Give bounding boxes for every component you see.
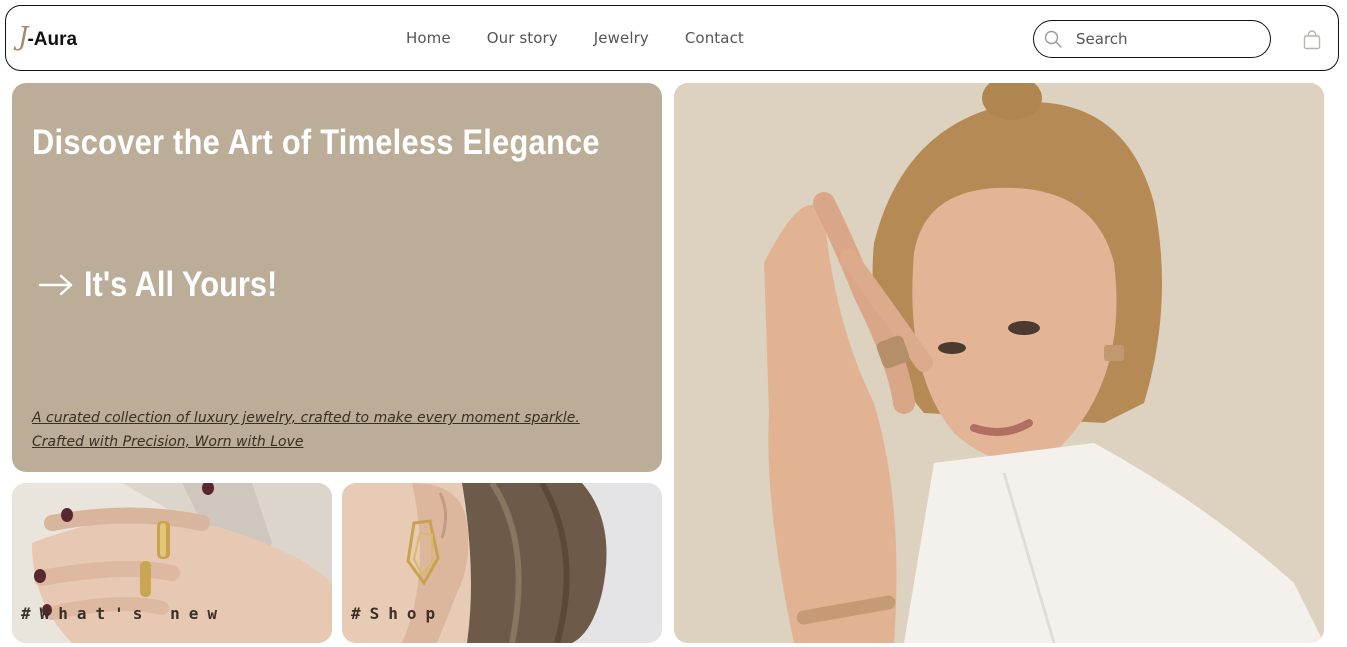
search-icon[interactable] [1044, 30, 1062, 48]
hero-cta-label: It's All Yours! [84, 265, 278, 304]
model-photo [674, 83, 1324, 643]
main-nav: Home Our story Jewelry Contact [406, 29, 780, 47]
nav-our-story[interactable]: Our story [487, 29, 558, 47]
brand-name: -Aura [27, 29, 78, 50]
search-input[interactable] [1076, 29, 1256, 49]
nav-home[interactable]: Home [406, 29, 451, 47]
hero-card: Discover the Art of Timeless Elegance It… [12, 83, 662, 472]
search-box[interactable] [1033, 20, 1271, 58]
arrow-right-icon [38, 274, 73, 296]
brand-logo[interactable]: J -Aura [18, 24, 77, 51]
whats-new-label: #What's new [21, 604, 226, 623]
nav-contact[interactable]: Contact [685, 29, 744, 47]
whats-new-tile[interactable]: #What's new [12, 483, 332, 643]
hero-subtitle: A curated collection of luxury jewelry, … [32, 406, 580, 454]
shop-tile[interactable]: #Shop [342, 483, 662, 643]
nav-jewelry[interactable]: Jewelry [594, 29, 649, 47]
hero-title: Discover the Art of Timeless Elegance [32, 123, 600, 162]
hero-subtitle-line-1: A curated collection of luxury jewelry, … [32, 410, 580, 426]
hero-subtitle-line-2: Crafted with Precision, Worn with Love [32, 434, 304, 450]
shop-label: #Shop [351, 604, 445, 623]
hero-cta[interactable]: It's All Yours! [38, 265, 304, 305]
top-navbar: J -Aura Home Our story Jewelry Contact [5, 5, 1339, 71]
shopping-bag-icon[interactable] [1302, 30, 1322, 50]
woman-portrait-image [674, 83, 1324, 643]
